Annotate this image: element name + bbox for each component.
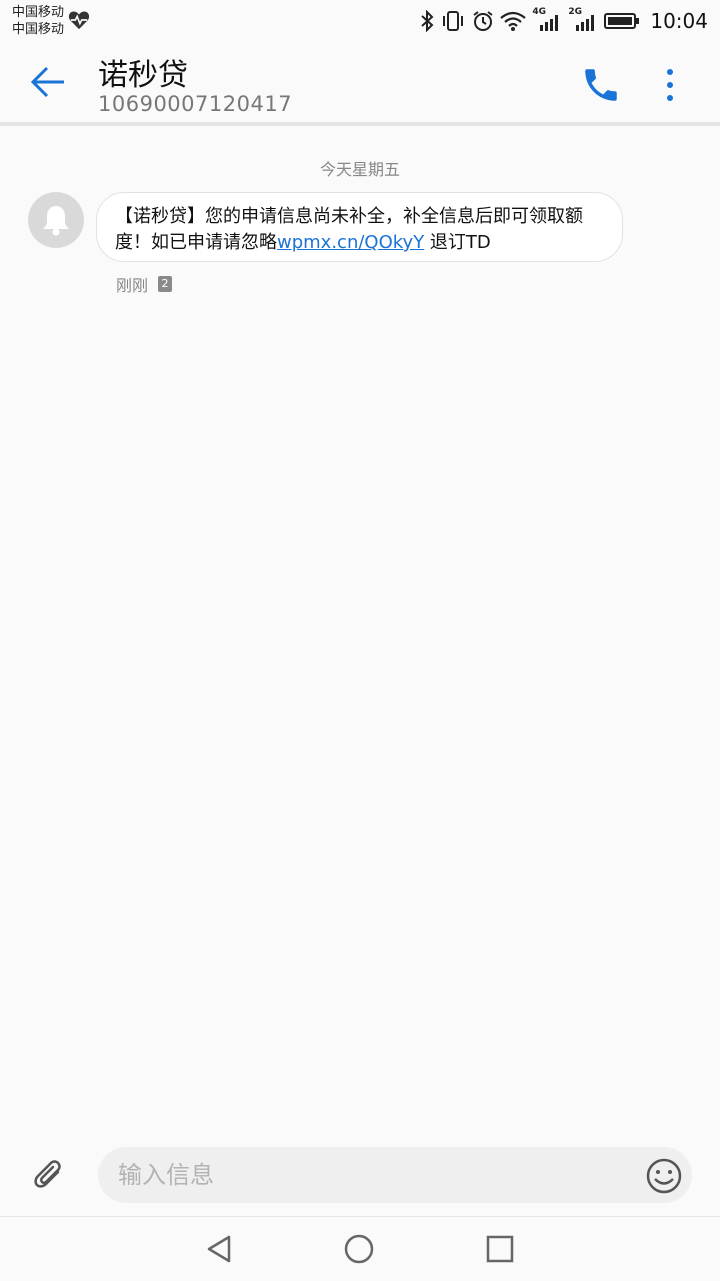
message-meta: 刚刚 2 [116, 272, 173, 296]
more-options-icon[interactable] [660, 64, 680, 106]
bluetooth-icon [421, 10, 434, 32]
phone-call-icon[interactable] [580, 64, 622, 106]
back-arrow-icon[interactable] [28, 62, 68, 102]
health-heart-icon [68, 11, 90, 30]
wifi-icon [500, 11, 527, 31]
contact-number: 10690007120417 [98, 92, 293, 116]
notification-bell-icon [43, 206, 69, 236]
message-bubble[interactable]: 【诺秒贷】您的申请信息尚未补全，补全信息后即可领取额度！如已申请请忽略wpmx.… [96, 192, 623, 262]
nav-home-icon[interactable] [343, 1233, 375, 1265]
status-time: 10:04 [650, 9, 708, 33]
carrier-2: 中国移动 [12, 22, 65, 37]
message-link[interactable]: wpmx.cn/QOkyY [277, 232, 424, 253]
message-unsubscribe-text: 退订TD [424, 232, 491, 253]
message-composer [0, 1140, 720, 1216]
battery-icon [604, 13, 640, 29]
vibrate-icon [443, 11, 464, 31]
sender-avatar[interactable] [28, 192, 84, 248]
sim-slot-badge: 2 [158, 276, 173, 292]
date-separator: 今天星期五 [319, 160, 400, 179]
nav-recent-apps-icon[interactable] [484, 1233, 516, 1265]
alarm-icon [473, 11, 493, 31]
carrier-labels: 中国移动 中国移动 [12, 4, 64, 38]
signal-2g-icon: 2G [568, 7, 598, 33]
carrier-1: 中国移动 [12, 5, 65, 20]
emoji-icon[interactable] [644, 1156, 684, 1196]
contact-name: 诺秒贷 [98, 58, 188, 93]
nav-back-icon[interactable] [204, 1233, 236, 1265]
signal-4g-icon: 4G [532, 7, 562, 33]
attachment-icon[interactable] [30, 1156, 70, 1196]
message-input[interactable] [98, 1147, 692, 1203]
status-icons: 4G 2G 10:04 [420, 7, 708, 34]
system-navigation-bar [0, 1216, 720, 1281]
status-bar: 中国移动 中国移动 4G 2G 10:04 [0, 0, 720, 42]
conversation-header: 诺秒贷 10690007120417 [0, 42, 720, 122]
header-divider [0, 122, 720, 126]
message-time: 刚刚 [116, 276, 149, 295]
